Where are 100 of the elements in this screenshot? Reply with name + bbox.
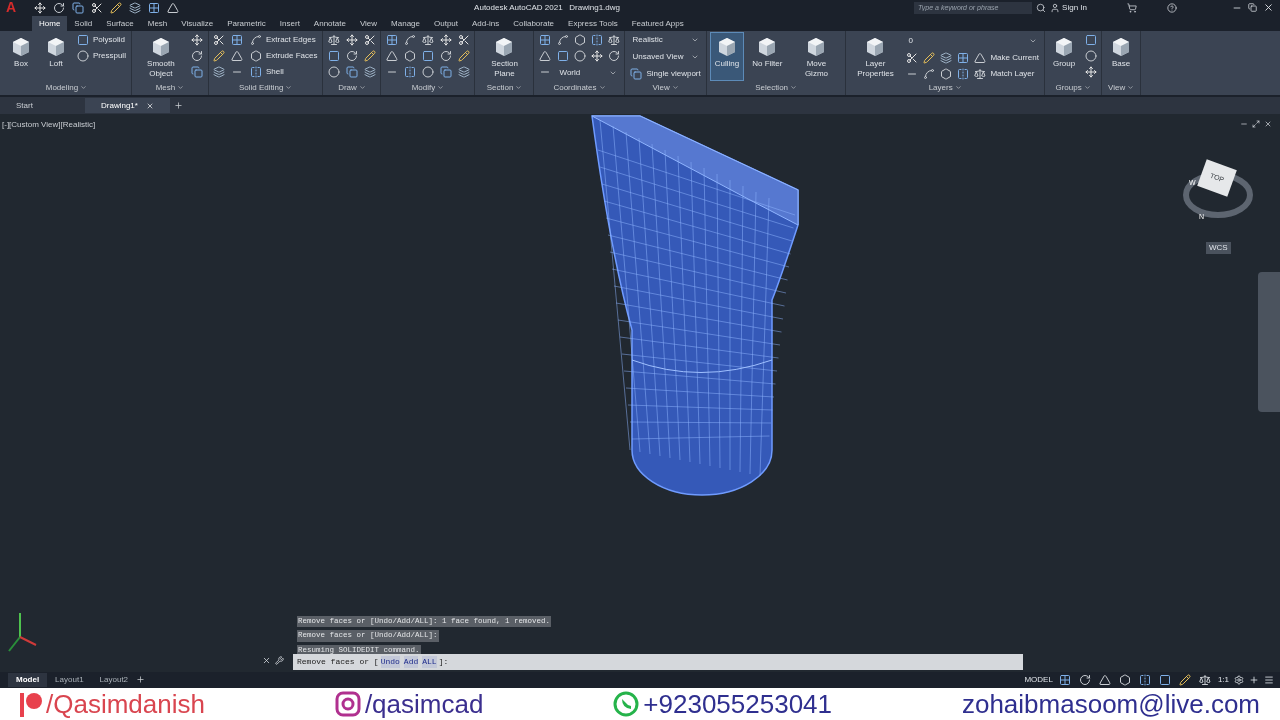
layers-tool-button[interactable] xyxy=(211,64,227,79)
pencil-tool-button[interactable] xyxy=(921,50,937,65)
ribbon-tab[interactable]: Mesh xyxy=(140,16,175,31)
layout-tab[interactable]: Model xyxy=(8,673,48,687)
ribbon-tab[interactable]: Featured Apps xyxy=(624,16,691,31)
ribbon-small-button[interactable]: Shell xyxy=(247,64,320,79)
command-option[interactable]: Add xyxy=(403,656,419,668)
grid-tool-button[interactable] xyxy=(146,0,161,15)
ribbon-tab[interactable]: Output xyxy=(427,16,466,31)
grid-tool-button[interactable] xyxy=(229,32,245,47)
pencil-tool-button[interactable] xyxy=(211,48,227,63)
ribbon-tab[interactable]: Collaborate xyxy=(506,16,562,31)
ribbon-large-button[interactable]: Group xyxy=(1047,32,1081,81)
rotate-tool-button[interactable] xyxy=(344,48,360,63)
search-icon[interactable] xyxy=(1036,2,1047,13)
spline-tool-button[interactable] xyxy=(555,32,571,47)
ribbon-tab[interactable]: Manage xyxy=(384,16,427,31)
ribbon-small-button[interactable]: Extract Edges xyxy=(247,32,320,47)
file-tab[interactable]: Drawing1* xyxy=(85,98,170,113)
ribbon-small-button[interactable]: Extrude Faces xyxy=(247,48,320,63)
scale-tool-button[interactable] xyxy=(606,32,622,47)
layers-tool-button[interactable] xyxy=(127,0,142,15)
move-tool-button[interactable] xyxy=(32,0,47,15)
circle-tool-button[interactable] xyxy=(420,64,436,79)
ribbon-large-button[interactable]: Move Gizmo xyxy=(790,32,843,81)
ribbon-tab[interactable]: Add-ins xyxy=(465,16,507,31)
ribbon-small-button[interactable]: Match Layer xyxy=(972,66,1037,81)
copy-tool-button[interactable] xyxy=(438,64,454,79)
circle-tool-button[interactable] xyxy=(572,48,588,63)
scale-tool-button[interactable] xyxy=(326,32,342,47)
polygon-tool-button[interactable] xyxy=(402,48,418,63)
close-icon[interactable] xyxy=(262,656,271,665)
square-tool-button[interactable] xyxy=(555,48,571,63)
grid-tool-button[interactable] xyxy=(1057,672,1073,688)
close-icon[interactable] xyxy=(1263,2,1274,13)
mirror-tool-button[interactable] xyxy=(589,32,605,47)
panel-title[interactable]: Modify xyxy=(384,81,472,94)
triangle-tool-button[interactable] xyxy=(1097,672,1113,688)
panel-title[interactable]: View xyxy=(628,81,703,94)
layout-tab[interactable]: Layout1 xyxy=(47,673,92,687)
pencil-tool-button[interactable] xyxy=(456,48,472,63)
panel-title[interactable]: Modeling xyxy=(5,81,128,94)
panel-title[interactable]: Layers xyxy=(849,81,1041,94)
spline-tool-button[interactable] xyxy=(921,66,937,81)
triangle-tool-button[interactable] xyxy=(537,48,553,63)
panel-title[interactable]: Section xyxy=(478,81,531,94)
ribbon-large-button[interactable]: No Filter xyxy=(747,32,788,81)
sign-in-button[interactable]: Sign In xyxy=(1062,1,1087,14)
ribbon-tab[interactable]: Parametric xyxy=(220,16,273,31)
circle-tool-button[interactable] xyxy=(326,64,342,79)
ribbon-small-button[interactable]: Presspull xyxy=(75,48,128,63)
polygon-tool-button[interactable] xyxy=(1117,672,1133,688)
pencil-tool-button[interactable] xyxy=(362,48,378,63)
ribbon-small-button[interactable]: Single viewport xyxy=(628,66,703,81)
command-option[interactable]: Undo xyxy=(380,656,400,668)
ribbon-large-button[interactable]: Loft xyxy=(40,32,72,81)
panel-title[interactable]: Solid Editing xyxy=(211,81,320,94)
restore-icon[interactable] xyxy=(1248,3,1257,12)
grid-tool-button[interactable] xyxy=(384,32,400,47)
grid-tool-button[interactable] xyxy=(955,50,971,65)
file-tab[interactable]: Start xyxy=(0,98,85,113)
menu-icon[interactable] xyxy=(1264,675,1274,685)
command-option[interactable]: ALL xyxy=(422,656,437,668)
square-tool-button[interactable] xyxy=(326,48,342,63)
minimize-icon[interactable] xyxy=(1240,120,1248,128)
settings-icon[interactable] xyxy=(1234,675,1244,685)
grid-tool-button[interactable] xyxy=(537,32,553,47)
ribbon-tab[interactable]: Home xyxy=(32,16,68,31)
panel-title[interactable]: Selection xyxy=(709,81,843,94)
ribbon-tab[interactable]: Solid xyxy=(67,16,100,31)
viewport-controls[interactable]: [-][Custom View][Realistic] xyxy=(2,119,96,131)
copy-tool-button[interactable] xyxy=(344,64,360,79)
scale-tool-button[interactable] xyxy=(1197,672,1213,688)
ribbon-large-button[interactable]: Culling xyxy=(709,32,745,81)
pencil-tool-button[interactable] xyxy=(108,0,123,15)
triangle-tool-button[interactable] xyxy=(229,48,245,63)
mirror-tool-button[interactable] xyxy=(955,66,971,81)
ribbon-tab[interactable]: Express Tools xyxy=(561,16,625,31)
ribbon-small-button[interactable]: Polysolid xyxy=(75,32,128,47)
pencil-tool-button[interactable] xyxy=(1177,672,1193,688)
polygon-tool-button[interactable] xyxy=(938,66,954,81)
spline-tool-button[interactable] xyxy=(402,32,418,47)
ribbon-large-button[interactable]: Box xyxy=(5,32,37,81)
maximize-icon[interactable] xyxy=(1252,120,1260,128)
ribbon-large-button[interactable]: Layer Properties xyxy=(849,32,902,81)
copy-tool-button[interactable] xyxy=(189,64,205,79)
rotate-tool-button[interactable] xyxy=(606,48,622,63)
scale-tool-button[interactable] xyxy=(420,32,436,47)
scissors-tool-button[interactable] xyxy=(89,0,104,15)
layers-tool-button[interactable] xyxy=(362,64,378,79)
panel-title[interactable]: Mesh xyxy=(134,81,205,94)
move-tool-button[interactable] xyxy=(189,32,205,47)
model-space-button[interactable]: MODEL xyxy=(1024,674,1053,686)
ribbon-tab[interactable]: Insert xyxy=(272,16,307,31)
copy-tool-button[interactable] xyxy=(70,0,85,15)
move-tool-button[interactable] xyxy=(438,32,454,47)
add-tab-icon[interactable] xyxy=(174,101,183,110)
panel-title[interactable]: Coordinates xyxy=(537,81,622,94)
ucs-menu[interactable]: WCS xyxy=(1206,242,1231,254)
ribbon-large-button[interactable]: Smooth Object xyxy=(134,32,187,81)
